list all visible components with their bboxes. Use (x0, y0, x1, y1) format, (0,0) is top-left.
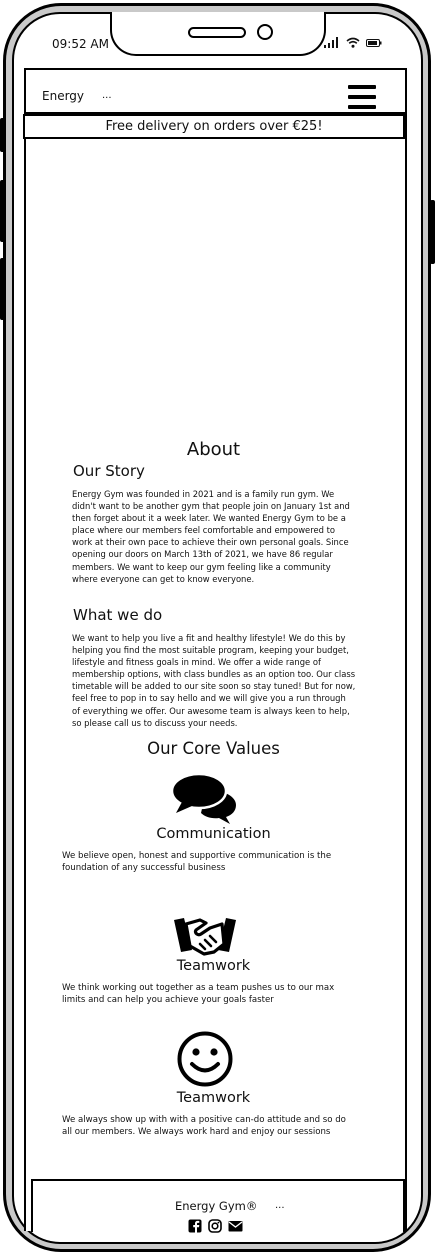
status-time: 09:52 AM (52, 37, 109, 51)
top-navbar: Energy ... (26, 70, 405, 114)
front-camera (257, 24, 273, 40)
hero-image-area (28, 143, 405, 433)
value-text-teamwork: We think working out together as a team … (62, 983, 335, 1005)
side-button-left-3 (0, 258, 5, 320)
delivery-banner: Free delivery on orders over €25! (23, 114, 405, 139)
site-footer: Energy Gym® ... (31, 1179, 405, 1233)
footer-ellipsis: ... (275, 1200, 285, 1211)
battery-icon (366, 39, 382, 47)
facebook-icon[interactable] (188, 1219, 203, 1233)
value-text-communication: We believe open, honest and supportive c… (62, 851, 332, 873)
signal-icon (324, 37, 338, 48)
wifi-icon (346, 37, 360, 48)
brand-logo[interactable]: Energy (42, 89, 84, 103)
brand-ellipsis: ... (102, 90, 112, 101)
value-title-attitude: Teamwork (176, 1090, 251, 1106)
envelope-icon[interactable] (228, 1219, 243, 1233)
footer-brand: Energy Gym® (175, 1199, 258, 1213)
value-title-teamwork: Teamwork (176, 958, 251, 974)
speech-bubbles-icon (170, 772, 236, 824)
social-links (188, 1219, 243, 1233)
our-story-heading: Our Story (73, 462, 145, 480)
instagram-icon[interactable] (208, 1219, 223, 1233)
menu-icon[interactable] (348, 85, 376, 109)
side-button-left-1 (0, 118, 5, 152)
value-text-attitude: We always show up with with a positive c… (62, 1115, 346, 1137)
side-button-right (430, 200, 435, 264)
side-button-left-2 (0, 180, 5, 242)
speaker-grille (188, 27, 246, 38)
what-we-do-heading: What we do (73, 606, 163, 624)
about-title: About (186, 439, 241, 460)
core-values-title: Our Core Values (147, 739, 280, 758)
smiley-icon (177, 1031, 233, 1087)
our-story-text: Energy Gym was founded in 2021 and is a … (72, 489, 350, 584)
what-we-do-text: We want to help you live a fit and healt… (72, 633, 356, 728)
status-icons (324, 37, 382, 48)
handshake-icon (174, 918, 236, 956)
value-title-communication: Communication (156, 826, 271, 842)
